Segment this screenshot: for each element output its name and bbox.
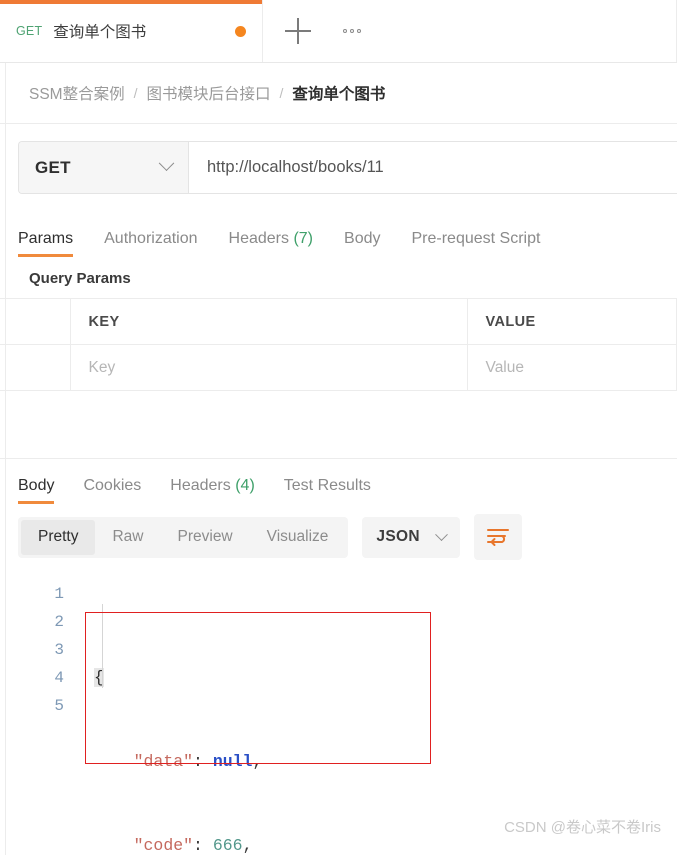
breadcrumb-item-collection[interactable]: SSM整合案例 <box>29 82 125 104</box>
sidebar-edge-divider <box>5 63 6 855</box>
code-line-3: "code": 666, <box>94 832 388 855</box>
json-code-content[interactable]: { "data": null, "code": 666, "msg": "嘿嘿，… <box>80 580 388 855</box>
response-format-select[interactable]: JSON <box>362 516 460 558</box>
code-line-1: { <box>94 664 388 692</box>
watermark-text: CSDN @卷心菜不卷Iris <box>504 819 661 836</box>
tab-authorization-label: Authorization <box>104 230 198 247</box>
indent-guide-line <box>102 604 103 688</box>
response-tab-headers[interactable]: Headers (4) <box>170 477 255 504</box>
view-mode-visualize[interactable]: Visualize <box>250 520 346 555</box>
response-view-toolbar: Pretty Raw Preview Visualize JSON <box>0 504 677 570</box>
tab-body[interactable]: Body <box>344 230 380 257</box>
tab-bar: GET 查询单个图书 <box>0 0 677 63</box>
param-key-input[interactable]: Key <box>70 344 468 391</box>
view-mode-segmented-control: Pretty Raw Preview Visualize <box>18 516 349 558</box>
response-tab-body[interactable]: Body <box>18 477 55 504</box>
tab-options-dots-icon[interactable] <box>341 23 363 39</box>
tab-method-label: GET <box>16 24 43 38</box>
response-tab-cookies[interactable]: Cookies <box>83 477 141 504</box>
tab-params-label: Params <box>18 230 74 247</box>
request-tab-active[interactable]: GET 查询单个图书 <box>0 0 263 62</box>
breadcrumb-separator: / <box>279 85 284 101</box>
word-wrap-button[interactable] <box>473 514 522 560</box>
tab-title-label: 查询单个图书 <box>53 24 147 41</box>
json-key-data: "data" <box>133 752 194 771</box>
response-tab-headers-label: Headers <box>170 477 231 494</box>
tab-body-label: Body <box>344 230 381 247</box>
url-bar: GET http://localhost/books/11 <box>18 141 677 194</box>
json-value-data: null <box>212 752 253 771</box>
tab-authorization[interactable]: Authorization <box>104 230 197 257</box>
http-method-value: GET <box>35 157 71 177</box>
request-tabs: Params Authorization Headers (7) Body Pr… <box>0 211 677 257</box>
tab-headers[interactable]: Headers (7) <box>229 230 314 257</box>
view-mode-pretty[interactable]: Pretty <box>21 519 96 555</box>
table-header-row: KEY VALUE <box>0 298 677 345</box>
tab-params[interactable]: Params <box>18 230 74 257</box>
response-body-viewer: 1 2 3 4 5 { "data": null, "code": 666, "… <box>0 570 677 855</box>
param-value-input[interactable]: Value <box>467 344 677 391</box>
breadcrumb-item-request: 查询单个图书 <box>292 86 386 103</box>
line-number: 3 <box>54 641 64 659</box>
chevron-down-icon <box>434 527 448 541</box>
json-colon: : <box>193 752 213 771</box>
url-bar-row: GET http://localhost/books/11 <box>0 124 677 211</box>
response-tab-cookies-label: Cookies <box>83 477 142 494</box>
tab-pre-request-script-label: Pre-request Script <box>411 230 541 247</box>
json-key-code: "code" <box>133 836 194 855</box>
json-colon: : <box>193 836 213 855</box>
view-mode-preview[interactable]: Preview <box>161 520 250 555</box>
response-tab-body-label: Body <box>18 477 55 494</box>
query-params-title: Query Params <box>29 270 131 287</box>
breadcrumb-item-folder[interactable]: 图书模块后台接口 <box>146 82 270 104</box>
line-number: 2 <box>54 613 64 631</box>
params-empty-area <box>0 391 677 459</box>
json-value-code: 666 <box>212 836 243 855</box>
line-number: 1 <box>54 585 64 603</box>
chevron-down-icon <box>158 155 175 172</box>
breadcrumb: SSM整合案例 / 图书模块后台接口 / 查询单个图书 <box>0 63 677 124</box>
url-input[interactable]: http://localhost/books/11 <box>189 142 677 193</box>
view-mode-raw[interactable]: Raw <box>95 520 160 555</box>
json-comma: , <box>242 836 253 855</box>
column-header-value: VALUE <box>467 298 677 345</box>
line-number-gutter: 1 2 3 4 5 <box>0 580 80 855</box>
response-tab-headers-count: (4) <box>235 477 255 494</box>
postman-window: GET 查询单个图书 SSM整合案例 / 图书模块后台接口 / 查询单个图书 G… <box>0 0 677 855</box>
word-wrap-icon <box>486 529 509 546</box>
http-method-select[interactable]: GET <box>19 142 189 193</box>
response-format-value: JSON <box>376 528 420 545</box>
tab-bar-actions <box>263 0 677 62</box>
tab-pre-request-script[interactable]: Pre-request Script <box>411 230 540 257</box>
column-header-key: KEY <box>70 298 468 345</box>
query-params-table: KEY VALUE Key Value <box>0 298 677 391</box>
table-row: Key Value <box>0 344 677 391</box>
breadcrumb-separator: / <box>133 85 138 101</box>
json-comma: , <box>252 752 263 771</box>
code-line-2: "data": null, <box>94 748 388 776</box>
row-checkbox-cell[interactable] <box>0 344 71 391</box>
line-number: 4 <box>54 669 64 687</box>
response-tab-test-results-label: Test Results <box>283 477 371 494</box>
new-tab-plus-icon[interactable] <box>285 18 311 44</box>
select-all-checkbox-cell[interactable] <box>0 298 71 345</box>
unsaved-dot-icon <box>235 25 246 37</box>
response-tab-test-results[interactable]: Test Results <box>284 477 371 504</box>
line-number: 5 <box>54 697 64 715</box>
response-tabs: Body Cookies Headers (4) Test Results <box>0 459 677 504</box>
tab-headers-count: (7) <box>293 230 314 247</box>
tab-headers-label: Headers <box>228 230 289 247</box>
